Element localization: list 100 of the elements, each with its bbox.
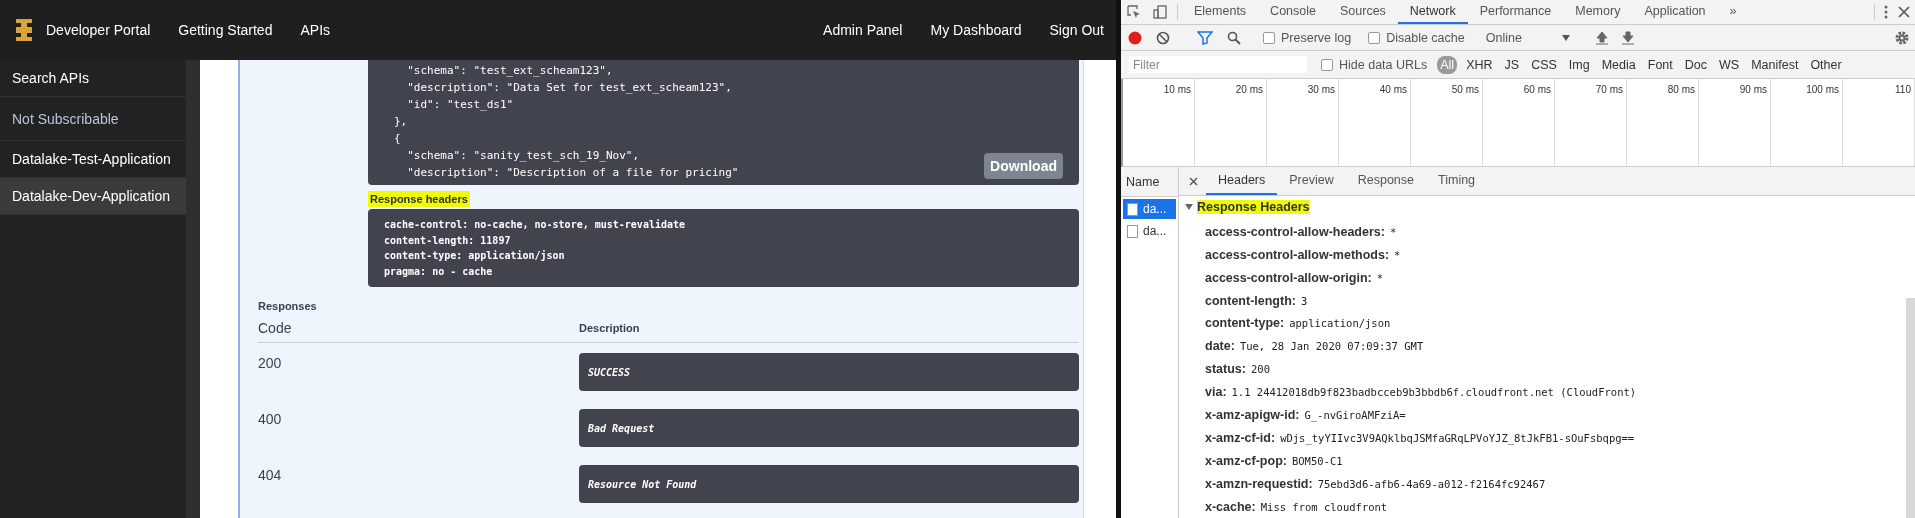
tick-label: 70 ms bbox=[1595, 84, 1623, 95]
type-filter[interactable]: Font bbox=[1644, 55, 1676, 74]
tick-label: 110 bbox=[1895, 84, 1911, 95]
file-icon bbox=[1127, 202, 1138, 216]
description-box: Bad Request bbox=[579, 409, 1079, 447]
code-line: "description": "Data Set for test_ext_scheam123", bbox=[406, 80, 732, 96]
header-line: content-type: application/json bbox=[384, 249, 566, 263]
header-name: x-amz-cf-pop: bbox=[1205, 453, 1287, 468]
header-value: wDjs_tyYIIvc3V9AQklbqJSMfaGRqLPVoYJZ_8tJkFB1-sOuFsbqpg== bbox=[1280, 431, 1635, 444]
nav-link[interactable]: APIs bbox=[300, 22, 331, 38]
code-line: }, bbox=[394, 114, 408, 130]
header-value: * bbox=[1389, 225, 1397, 238]
download-button[interactable]: Download bbox=[984, 153, 1063, 179]
throttling-select[interactable]: Online bbox=[1481, 30, 1574, 45]
type-filter[interactable]: Doc bbox=[1681, 55, 1710, 74]
header-line: content-length: 11897 bbox=[384, 233, 512, 248]
detail-tab[interactable]: Headers bbox=[1206, 167, 1278, 196]
devtools-tab[interactable]: Console bbox=[1258, 0, 1328, 24]
type-filter[interactable]: Other bbox=[1807, 55, 1845, 74]
header-value: application/json bbox=[1289, 317, 1391, 330]
filter-field[interactable]: Filter bbox=[1129, 56, 1307, 73]
type-filter[interactable]: JS bbox=[1501, 55, 1523, 74]
code-line: "schema": "test_ext_scheam123", bbox=[406, 63, 613, 79]
checkbox[interactable]: Hide data URLs bbox=[1321, 57, 1428, 72]
type-filter[interactable]: CSS bbox=[1528, 55, 1560, 74]
nav-link[interactable]: My Dashboard bbox=[930, 22, 1022, 38]
tick-label: 20 ms bbox=[1235, 84, 1263, 95]
scrollbar[interactable] bbox=[1906, 298, 1915, 518]
header-name: date: bbox=[1205, 339, 1235, 354]
description-box: Resource Not Found bbox=[579, 465, 1079, 503]
detail-tab[interactable]: Timing bbox=[1426, 167, 1488, 196]
tick-label: 80 ms bbox=[1667, 84, 1695, 95]
description-box: SUCCESS bbox=[579, 353, 1079, 391]
expand-triangle-icon[interactable] bbox=[1185, 203, 1193, 212]
header-value: 1.1 24412018db9f823badbcceb9b3bbdb6f.cloudfront.net (CloudFront) bbox=[1231, 386, 1637, 399]
header-line: pragma: no - cache bbox=[384, 264, 494, 279]
header-name: status: bbox=[1205, 362, 1246, 377]
header-value: 200 bbox=[1251, 363, 1270, 376]
status-code: 400 bbox=[258, 410, 283, 427]
tick-label: 100 ms bbox=[1806, 84, 1839, 95]
header-name: access-control-allow-headers: bbox=[1205, 224, 1385, 239]
header-value: * bbox=[1376, 271, 1384, 284]
header-name: x-cache: bbox=[1205, 499, 1256, 514]
tick-label: 10 ms bbox=[1163, 84, 1191, 95]
code-line: "description": "Description of a file for pricing" bbox=[406, 165, 739, 181]
more-tabs-button[interactable]: » bbox=[1717, 0, 1749, 24]
column-header: Description bbox=[579, 322, 641, 334]
devtools-tab[interactable]: Sources bbox=[1328, 0, 1398, 24]
header-value: Miss from cloudfront bbox=[1260, 500, 1388, 513]
status-code: 200 bbox=[258, 354, 283, 371]
tick-label: 50 ms bbox=[1451, 84, 1479, 95]
type-filter[interactable]: WS bbox=[1716, 55, 1743, 74]
header-name: x-amz-cf-id: bbox=[1205, 430, 1276, 445]
header-name: content-length: bbox=[1205, 293, 1296, 308]
detail-tab[interactable]: Response bbox=[1345, 167, 1426, 196]
status-code: 404 bbox=[258, 466, 283, 483]
type-filter[interactable]: Manifest bbox=[1748, 55, 1802, 74]
header-value: BOM50-C1 bbox=[1291, 454, 1343, 467]
code-line: "schema": "sanity_test_sch_19_Nov", bbox=[406, 148, 640, 164]
nav-link[interactable]: Sign Out bbox=[1049, 22, 1104, 38]
header-value: 3 bbox=[1300, 294, 1308, 307]
header-name: content-type: bbox=[1205, 316, 1285, 331]
file-icon bbox=[1127, 224, 1138, 238]
header-value: * bbox=[1394, 248, 1401, 261]
header-name: x-amz-apigw-id: bbox=[1205, 407, 1300, 422]
header-line: cache-control: no-cache, no-store, must-revalidate bbox=[384, 218, 687, 232]
header-value: G_-nvGiroAMFziA= bbox=[1304, 408, 1406, 421]
tick-label: 30 ms bbox=[1307, 84, 1335, 95]
tick-label: 90 ms bbox=[1739, 84, 1767, 95]
header-name: access-control-allow-origin: bbox=[1205, 270, 1372, 285]
type-filter[interactable]: Media bbox=[1598, 55, 1639, 74]
code-line: "id": "test_ds1" bbox=[406, 97, 514, 113]
tick-label: 60 ms bbox=[1523, 84, 1551, 95]
type-filter[interactable]: Img bbox=[1565, 55, 1593, 74]
request-item[interactable]: da... bbox=[1123, 199, 1176, 219]
section-title: Responses bbox=[258, 300, 317, 312]
section-title: Response Headers bbox=[1197, 200, 1310, 215]
column-header: Name bbox=[1121, 167, 1178, 197]
header-name: via: bbox=[1205, 385, 1227, 400]
devtools-tab[interactable]: Memory bbox=[1563, 0, 1633, 24]
section-label: Response headers bbox=[368, 191, 470, 207]
detail-tab[interactable]: Preview bbox=[1277, 167, 1346, 196]
nav-link[interactable]: Admin Panel bbox=[823, 22, 903, 38]
sidebar-item[interactable]: Datalake-Dev-Application bbox=[0, 178, 186, 215]
header-name: x-amzn-requestid: bbox=[1205, 476, 1313, 491]
header-value: Tue, 28 Jan 2020 07:09:37 GMT bbox=[1239, 340, 1424, 353]
header-name: access-control-allow-methods: bbox=[1205, 247, 1390, 262]
tick-label: 40 ms bbox=[1379, 84, 1407, 95]
devtools-tab[interactable]: Application bbox=[1632, 0, 1718, 24]
checkbox[interactable]: Preserve log bbox=[1263, 30, 1352, 45]
type-filter[interactable]: XHR bbox=[1463, 55, 1496, 74]
caret-icon bbox=[1561, 34, 1570, 41]
devtools-tab[interactable]: Performance bbox=[1467, 0, 1564, 24]
request-item[interactable]: da... bbox=[1123, 221, 1176, 241]
devtools-tab[interactable]: Elements bbox=[1182, 0, 1259, 24]
checkbox[interactable]: Disable cache bbox=[1368, 30, 1465, 45]
brand-link[interactable]: Developer Portal bbox=[46, 22, 151, 38]
header-value: 75ebd3d6-afb6-4a69-a012-f2164fc92467 bbox=[1317, 477, 1546, 490]
column-header: Code bbox=[258, 320, 293, 336]
nav-link[interactable]: Getting Started bbox=[178, 22, 273, 38]
